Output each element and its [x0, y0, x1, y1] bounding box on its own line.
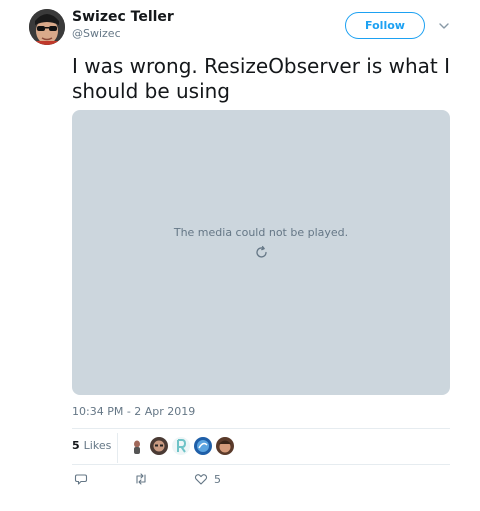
like-button[interactable]: 5 [194, 472, 221, 486]
chevron-down-icon[interactable] [437, 18, 451, 32]
author-avatar[interactable] [29, 9, 65, 45]
tweet-card: Swizec Teller @Swizec Follow I was wrong… [0, 0, 480, 511]
reply-icon [74, 474, 88, 485]
reply-button[interactable] [74, 472, 88, 486]
liker-avatars [128, 437, 234, 455]
likes-number: 5 [72, 439, 80, 452]
likes-separator [117, 433, 118, 463]
heart-icon [194, 474, 208, 485]
liker-avatar[interactable] [128, 437, 146, 455]
retweet-button[interactable] [134, 472, 148, 486]
author-handle[interactable]: @Swizec [72, 27, 121, 40]
author-name[interactable]: Swizec Teller [72, 9, 174, 25]
likes-count[interactable]: 5 Likes [72, 439, 111, 452]
like-count: 5 [214, 472, 221, 486]
liker-avatar[interactable] [172, 437, 190, 455]
divider [72, 464, 450, 465]
likes-label: Likes [83, 439, 112, 452]
follow-button[interactable]: Follow [345, 12, 425, 39]
media-error-message: The media could not be played. [173, 226, 349, 239]
divider [72, 428, 450, 429]
liker-avatar[interactable] [194, 437, 212, 455]
retweet-icon [136, 473, 146, 485]
retry-icon[interactable] [254, 245, 269, 260]
media-player[interactable]: The media could not be played. [72, 110, 450, 395]
liker-avatar[interactable] [150, 437, 168, 455]
tweet-timestamp[interactable]: 10:34 PM - 2 Apr 2019 [72, 405, 195, 418]
liker-avatar[interactable] [216, 437, 234, 455]
tweet-actions: 5 [72, 472, 372, 492]
tweet-text: I was wrong. ResizeObserver is what I sh… [72, 54, 451, 103]
